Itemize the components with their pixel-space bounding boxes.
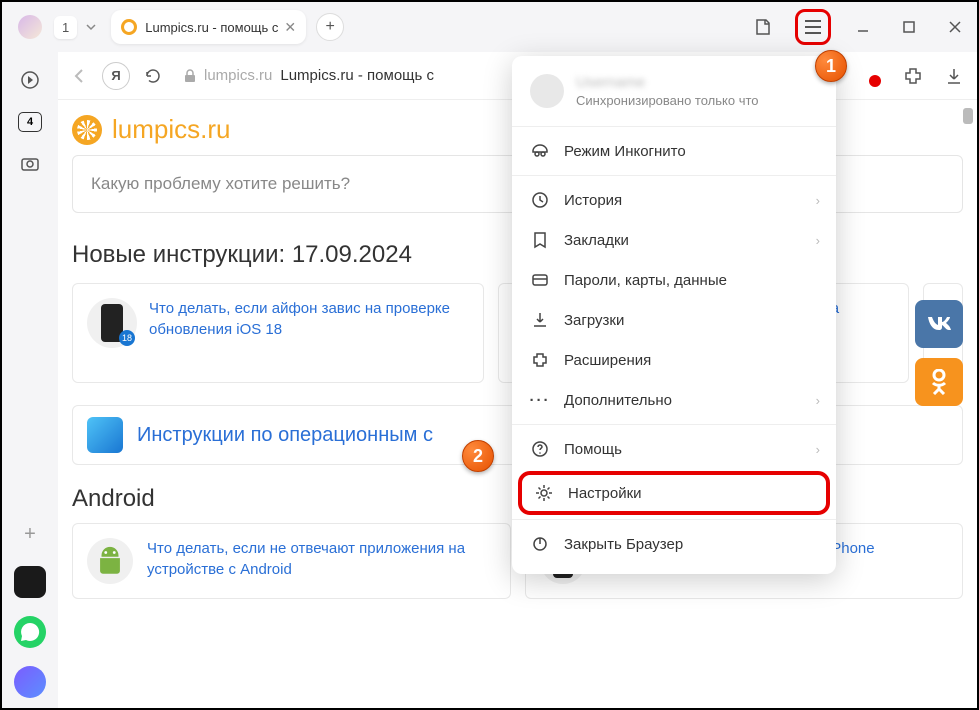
callout-1: 1 bbox=[815, 50, 847, 82]
column-title: Android bbox=[72, 485, 511, 513]
article-card[interactable]: 18 Что делать, если айфон завис на прове… bbox=[72, 283, 484, 383]
browser-tab[interactable]: Lumpics.ru - помощь с ✕ bbox=[111, 10, 306, 44]
menu-divider bbox=[512, 519, 836, 520]
menu-divider bbox=[512, 126, 836, 127]
menu-more[interactable]: ··· Дополнительно › bbox=[512, 380, 836, 420]
chevron-right-icon: › bbox=[816, 442, 820, 457]
favorites-icon[interactable] bbox=[749, 13, 777, 41]
menu-label: Закрыть Браузер bbox=[564, 536, 683, 553]
card-link[interactable]: Что делать, если не отвечают приложения … bbox=[147, 538, 496, 580]
address-domain: lumpics.ru bbox=[204, 67, 272, 84]
sidebar-alice-icon[interactable] bbox=[14, 666, 46, 698]
back-button[interactable] bbox=[72, 68, 88, 84]
chevron-right-icon: › bbox=[816, 233, 820, 248]
menu-extensions[interactable]: Расширения bbox=[512, 340, 836, 380]
menu-label: Загрузки bbox=[564, 312, 624, 329]
site-name[interactable]: lumpics.ru bbox=[112, 114, 230, 145]
ok-button[interactable] bbox=[915, 358, 963, 406]
menu-sync-status: Синхронизировано только что bbox=[576, 93, 759, 108]
chevron-right-icon: › bbox=[816, 393, 820, 408]
menu-label: Дополнительно bbox=[564, 392, 672, 409]
left-sidebar: 4 + bbox=[2, 52, 58, 708]
sidebar-app-1[interactable] bbox=[14, 566, 46, 598]
reload-button[interactable] bbox=[144, 67, 162, 85]
site-logo[interactable] bbox=[72, 115, 102, 145]
menu-history[interactable]: История › bbox=[512, 180, 836, 220]
callout-2: 2 bbox=[462, 440, 494, 472]
social-buttons bbox=[915, 300, 963, 406]
history-icon bbox=[530, 190, 550, 210]
os-icon bbox=[87, 417, 123, 453]
menu-profile-name: Username bbox=[576, 74, 759, 91]
yandex-home-button[interactable]: Я bbox=[102, 62, 130, 90]
card-icon-iphone: 18 bbox=[87, 298, 137, 348]
menu-profile[interactable]: Username Синхронизировано только что bbox=[512, 68, 836, 122]
menu-label: Режим Инкогнито bbox=[564, 143, 686, 160]
menu-label: Закладки bbox=[564, 232, 629, 249]
os-link[interactable]: Инструкции по операционным с bbox=[137, 424, 433, 447]
new-tab-button[interactable]: + bbox=[316, 13, 344, 41]
menu-incognito[interactable]: Режим Инкогнито bbox=[512, 131, 836, 171]
tab-favicon bbox=[121, 19, 137, 35]
article-card[interactable]: Что делать, если не отвечают приложения … bbox=[72, 523, 511, 599]
help-icon bbox=[530, 439, 550, 459]
sidebar-whatsapp-icon[interactable] bbox=[14, 616, 46, 648]
menu-bookmarks[interactable]: Закладки › bbox=[512, 220, 836, 260]
chevron-right-icon: › bbox=[816, 193, 820, 208]
menu-label: Пароли, карты, данные bbox=[564, 272, 727, 289]
sidebar-count-badge[interactable]: 4 bbox=[18, 112, 42, 132]
tab-close-icon[interactable]: ✕ bbox=[284, 19, 296, 36]
sidebar-play-icon[interactable] bbox=[16, 66, 44, 94]
menu-label: Настройки bbox=[568, 485, 642, 502]
menu-label: История bbox=[564, 192, 622, 209]
power-icon bbox=[530, 534, 550, 554]
menu-settings-highlight: Настройки bbox=[518, 471, 830, 515]
menu-passwords[interactable]: Пароли, карты, данные bbox=[512, 260, 836, 300]
protect-shield-icon[interactable] bbox=[859, 65, 881, 87]
menu-close-browser[interactable]: Закрыть Браузер bbox=[512, 524, 836, 564]
window-minimize-icon[interactable] bbox=[849, 13, 877, 41]
tab-title: Lumpics.ru - помощь с bbox=[145, 20, 278, 35]
more-icon: ··· bbox=[530, 390, 550, 410]
profile-avatar[interactable] bbox=[18, 15, 42, 39]
menu-label: Расширения bbox=[564, 352, 651, 369]
lock-icon bbox=[184, 69, 196, 83]
extensions-icon[interactable] bbox=[903, 66, 923, 86]
card-icon bbox=[530, 270, 550, 290]
main-menu-button[interactable] bbox=[795, 9, 831, 45]
bookmark-icon bbox=[530, 230, 550, 250]
android-icon bbox=[87, 538, 133, 584]
scrollbar-thumb[interactable] bbox=[963, 108, 973, 124]
tab-dropdown-chevron[interactable] bbox=[81, 17, 101, 37]
card-link[interactable]: Что делать, если айфон завис на проверке… bbox=[149, 298, 469, 368]
window-maximize-icon[interactable] bbox=[895, 13, 923, 41]
main-menu-dropdown: Username Синхронизировано только что Реж… bbox=[512, 56, 836, 574]
vk-button[interactable] bbox=[915, 300, 963, 348]
menu-settings[interactable]: Настройки bbox=[522, 475, 826, 511]
gear-icon bbox=[534, 483, 554, 503]
sidebar-screenshot-icon[interactable] bbox=[16, 150, 44, 178]
menu-downloads[interactable]: Загрузки bbox=[512, 300, 836, 340]
menu-divider bbox=[512, 175, 836, 176]
downloads-icon[interactable] bbox=[945, 67, 963, 85]
sidebar-add-icon[interactable]: + bbox=[16, 520, 44, 548]
tab-count[interactable]: 1 bbox=[54, 16, 77, 39]
address-page-title: Lumpics.ru - помощь с bbox=[280, 67, 434, 84]
incognito-icon bbox=[530, 141, 550, 161]
column-android: Android Что делать, если не отвечают при… bbox=[72, 485, 511, 599]
titlebar: 1 Lumpics.ru - помощь с ✕ + bbox=[2, 2, 977, 52]
menu-divider bbox=[512, 424, 836, 425]
download-icon bbox=[530, 310, 550, 330]
window-close-icon[interactable] bbox=[941, 13, 969, 41]
puzzle-icon bbox=[530, 350, 550, 370]
menu-avatar bbox=[530, 74, 564, 108]
menu-label: Помощь bbox=[564, 441, 622, 458]
menu-help[interactable]: Помощь › bbox=[512, 429, 836, 469]
